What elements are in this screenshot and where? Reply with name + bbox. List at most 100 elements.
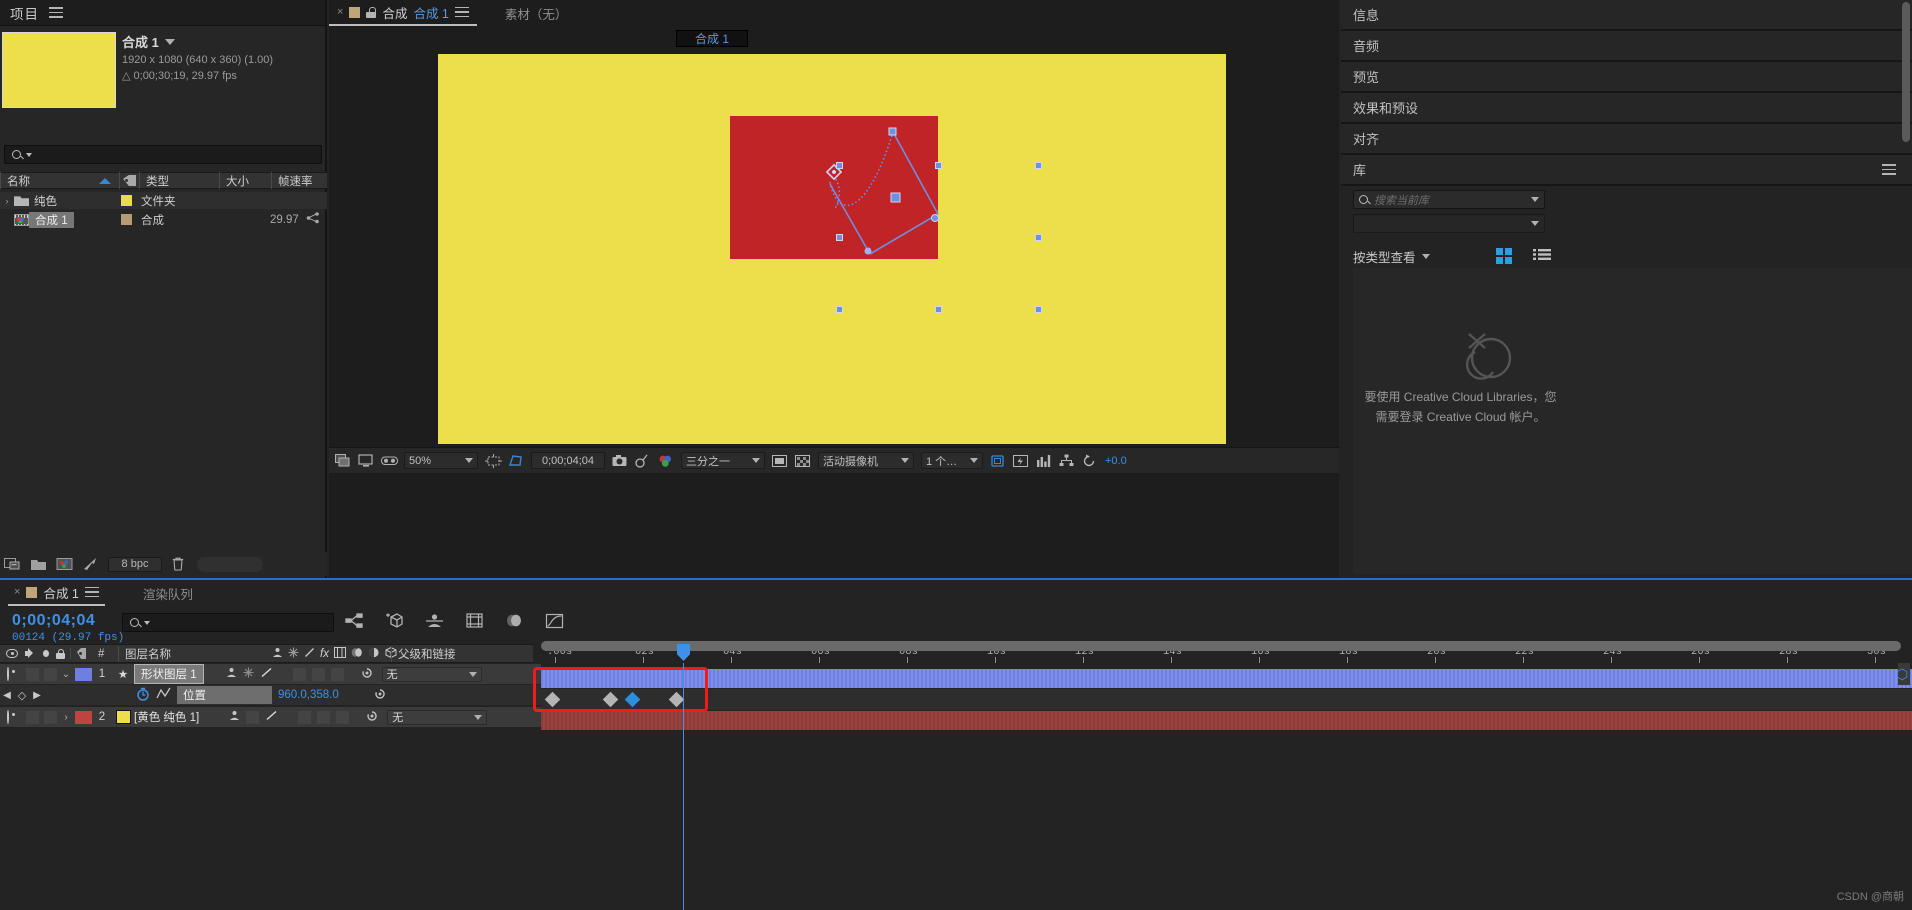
solo-toggle[interactable] — [44, 710, 57, 724]
project-list-item[interactable]: › 纯色 文件夹 — [0, 192, 327, 209]
panel-tab-preview[interactable]: 预览 — [1341, 62, 1912, 93]
graph-icon[interactable] — [156, 687, 171, 703]
label-color-swatch[interactable] — [121, 195, 132, 206]
panel-tab-align[interactable]: 对齐 — [1341, 124, 1912, 155]
parent-select[interactable]: 无 — [387, 709, 488, 725]
composition-mini-flowchart-icon[interactable] — [345, 613, 363, 630]
main-viewer-icon[interactable] — [335, 453, 351, 468]
layer-name[interactable]: 形状图层 1 — [134, 664, 204, 684]
fx-toggle[interactable] — [292, 667, 306, 681]
frame-blend-toggle[interactable] — [317, 710, 331, 724]
tab-footage[interactable]: 素材（无） — [505, 4, 568, 23]
keyframe-toggle-icon[interactable]: ◇ — [14, 689, 30, 702]
layer-name[interactable]: [黄色 纯色 1] — [134, 709, 199, 725]
delete-icon[interactable] — [171, 557, 188, 572]
timeline-current-time[interactable]: 0;00;04;04 00124 (29.97 fps) — [12, 612, 124, 644]
project-list-item[interactable]: 合成 1 合成 29.97 — [0, 211, 327, 228]
column-layer-name[interactable]: 图层名称 — [125, 646, 171, 662]
library-view-label[interactable]: 按类型查看 — [1353, 247, 1416, 266]
grid-guides-select[interactable]: 三分之一 — [681, 452, 765, 469]
frame-blend-toggle[interactable] — [311, 667, 325, 681]
close-icon[interactable]: × — [14, 586, 20, 598]
audio-toggle[interactable] — [26, 710, 39, 724]
share-icon[interactable] — [306, 212, 320, 227]
hamburger-icon[interactable] — [454, 6, 469, 18]
chevron-down-icon[interactable] — [1421, 253, 1430, 259]
motion-blur-icon[interactable] — [505, 613, 523, 630]
composition-canvas[interactable] — [438, 54, 1226, 444]
draft-3d-icon[interactable] — [358, 453, 374, 468]
reset-exposure-icon[interactable] — [1082, 454, 1098, 468]
eye-icon[interactable] — [0, 710, 16, 724]
fast-previews-icon[interactable] — [1013, 454, 1029, 468]
layer-clip-bar[interactable] — [541, 711, 1912, 730]
hamburger-icon[interactable] — [1882, 164, 1896, 175]
hamburger-icon[interactable] — [49, 7, 63, 18]
quality-icon[interactable] — [260, 667, 273, 681]
fx-toggle[interactable] — [298, 710, 312, 724]
solo-toggle[interactable] — [44, 667, 57, 681]
lock-icon[interactable] — [366, 6, 377, 18]
column-size[interactable]: 大小 — [226, 173, 249, 189]
list-view-icon[interactable] — [1533, 248, 1551, 264]
disclosure-triangle-icon[interactable]: ⌄ — [57, 669, 75, 680]
panel-tab-info[interactable]: 信息 — [1341, 0, 1912, 31]
keyframe-lane[interactable] — [541, 689, 1912, 710]
frame-blending-icon[interactable] — [465, 613, 483, 630]
library-select[interactable] — [1353, 214, 1545, 233]
quality-icon[interactable] — [265, 710, 278, 724]
project-settings-icon[interactable] — [82, 557, 99, 572]
vr-view-icon[interactable] — [381, 454, 398, 468]
transparency-grid-icon[interactable] — [508, 454, 524, 468]
parent-pickwhip-icon[interactable] — [360, 666, 374, 683]
panel-tab-audio[interactable]: 音频 — [1341, 31, 1912, 62]
parent-pickwhip-icon[interactable] — [373, 687, 387, 704]
resolution-icon[interactable] — [772, 454, 788, 468]
trash-drop-target[interactable] — [197, 556, 263, 572]
next-keyframe-icon[interactable]: ▶ — [30, 690, 44, 701]
time-navigator-bar[interactable] — [541, 641, 1901, 651]
exposure-value[interactable]: +0.0 — [1105, 455, 1127, 467]
tab-render-queue[interactable]: 渲染队列 — [143, 584, 193, 603]
property-name[interactable]: 位置 — [177, 686, 272, 704]
new-composition-icon[interactable] — [56, 557, 73, 572]
tab-timeline-composition[interactable]: × 合成 1 — [8, 580, 105, 606]
views-select[interactable]: 1 个… — [921, 452, 983, 469]
layer-clip-bar[interactable] — [541, 669, 1912, 688]
interpret-footage-icon[interactable] — [4, 557, 21, 572]
hamburger-icon[interactable] — [84, 586, 99, 598]
vertical-scrollbar[interactable] — [1902, 2, 1910, 142]
project-search-input[interactable] — [4, 145, 322, 164]
show-snapshot-icon[interactable] — [635, 454, 651, 468]
hide-shy-layers-icon[interactable] — [425, 613, 443, 630]
draft-3d-icon[interactable] — [385, 613, 403, 630]
library-search-input[interactable]: 搜索当前库 — [1353, 190, 1545, 209]
project-tab-title[interactable]: 项目 — [10, 3, 39, 23]
channel-icon[interactable] — [658, 454, 674, 468]
timeline-search-input[interactable] — [122, 613, 334, 632]
column-type[interactable]: 类型 — [146, 173, 169, 189]
region-of-interest-icon[interactable] — [485, 453, 502, 468]
composition-subtab[interactable]: 合成 1 — [676, 30, 748, 47]
pixel-aspect-correction-icon[interactable] — [990, 454, 1006, 468]
new-folder-icon[interactable] — [30, 557, 47, 572]
stopwatch-icon[interactable] — [136, 687, 150, 704]
shy-icon[interactable] — [229, 710, 240, 724]
eye-icon[interactable] — [0, 667, 16, 681]
column-name[interactable]: 名称 — [7, 173, 30, 189]
graph-editor-icon[interactable] — [545, 613, 564, 630]
mask-visibility-icon[interactable] — [795, 454, 811, 468]
current-time-indicator[interactable] — [683, 663, 684, 910]
audio-toggle[interactable] — [26, 667, 39, 681]
color-depth-button[interactable]: 8 bpc — [108, 556, 162, 572]
layer-label-color[interactable] — [75, 667, 92, 681]
camera-snapshot-icon[interactable] — [612, 454, 628, 468]
comp-flowchart-icon[interactable] — [1059, 454, 1075, 468]
label-color-swatch[interactable] — [121, 214, 132, 225]
shy-icon[interactable] — [226, 667, 237, 681]
composition-stage[interactable] — [329, 52, 1339, 444]
panel-tab-effects[interactable]: 效果和预设 — [1341, 93, 1912, 124]
collapse-icon[interactable] — [243, 667, 254, 681]
disclosure-triangle-icon[interactable]: › — [0, 196, 14, 206]
chevron-down-icon[interactable] — [164, 38, 175, 45]
